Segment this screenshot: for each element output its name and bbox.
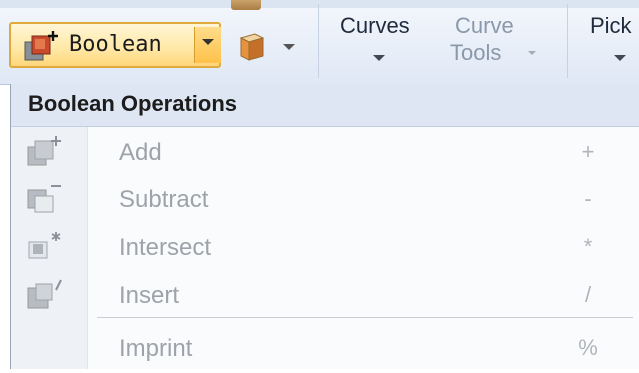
menu-item-intersect[interactable]: Intersect *	[11, 224, 639, 272]
menu-item-shortcut: *	[583, 234, 593, 259]
boolean-button-label: Boolean	[69, 32, 162, 57]
chevron-down-icon	[614, 55, 626, 61]
menu-item-shortcut: /	[584, 282, 592, 307]
boolean-intersect-icon	[28, 232, 61, 259]
boolean-insert-icon	[27, 279, 62, 309]
menu-item-insert[interactable]: Insert /	[11, 272, 639, 320]
menu-item-label: Imprint	[119, 335, 193, 362]
ribbon-toolbar: Boolean Curves Curve Tools Pick	[0, 0, 639, 85]
menu-item-shortcut: %	[578, 335, 598, 360]
box-primitive-button[interactable]	[231, 28, 301, 64]
boolean-add-icon	[24, 31, 58, 61]
chevron-down-icon	[373, 55, 385, 61]
menu-item-label: Insert	[119, 282, 180, 309]
box-3d-icon	[239, 33, 265, 61]
boolean-dropdown-toggle[interactable]	[194, 27, 221, 63]
clipped-toolbar-icon	[231, 0, 261, 10]
curves-label: Curves	[340, 13, 410, 38]
chevron-down-icon	[283, 44, 295, 50]
curve-tools-label-line1: Curve	[455, 13, 514, 38]
menu-item-add[interactable]: Add +	[11, 129, 639, 177]
boolean-subtract-icon	[27, 185, 61, 213]
chevron-down-icon	[528, 51, 536, 55]
menu-separator	[97, 317, 633, 318]
boolean-operations-menu: Boolean Operations Add + Subtract - Inte…	[10, 84, 639, 369]
ribbon-top-edge	[0, 0, 639, 8]
menu-item-shortcut: +	[581, 139, 595, 164]
menu-item-imprint[interactable]: Imprint %	[11, 325, 639, 373]
menu-item-subtract[interactable]: Subtract -	[11, 176, 639, 224]
chevron-down-icon	[202, 39, 214, 45]
ribbon-separator	[318, 4, 319, 78]
curve-tools-label-line2: Tools	[450, 40, 502, 65]
menu-title: Boolean Operations	[28, 91, 238, 116]
boolean-add-icon	[27, 136, 61, 166]
menu-item-label: Intersect	[119, 234, 212, 261]
ribbon-separator	[567, 4, 568, 78]
menu-item-shortcut: -	[584, 186, 592, 211]
menu-header: Boolean Operations	[11, 84, 639, 127]
menu-item-label: Add	[119, 139, 162, 166]
pick-label: Pick	[590, 13, 632, 38]
boolean-button[interactable]: Boolean	[9, 22, 221, 68]
menu-item-label: Subtract	[119, 186, 209, 213]
